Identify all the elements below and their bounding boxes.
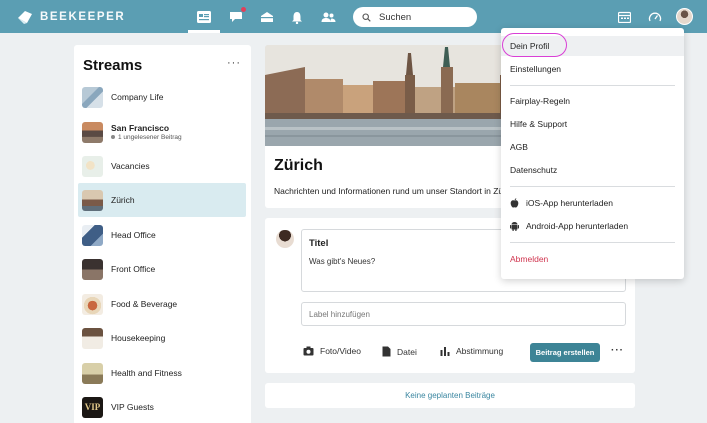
menu-item-fairplay-rules[interactable]: Fairplay-Regeln <box>501 91 684 111</box>
unread-dot <box>111 135 115 140</box>
stream-label: Health and Fitness <box>111 368 182 378</box>
menu-item-help-support[interactable]: Hilfe & Support <box>501 114 684 134</box>
apple-icon <box>510 198 519 208</box>
label-input[interactable] <box>301 302 626 326</box>
android-app-label: Android-App herunterladen <box>526 221 629 231</box>
stream-label: Head Office <box>111 230 156 240</box>
vip-thumbnail: VIP <box>82 396 103 418</box>
stream-item-food-beverage[interactable]: Food & Beverage <box>78 287 246 321</box>
stream-thumbnail <box>82 155 103 177</box>
stream-thumbnail <box>82 86 103 108</box>
calendar-icon[interactable] <box>614 7 634 27</box>
stream-item-company-life[interactable]: Company Life <box>78 80 246 114</box>
stream-thumbnail <box>82 224 103 246</box>
brand-name: BEEKEEPER <box>40 11 126 23</box>
stream-description: Nachrichten und Informationen rund um un… <box>274 186 508 196</box>
sidebar-more-button[interactable]: ··· <box>227 57 241 69</box>
poll-icon <box>440 347 450 356</box>
user-avatar[interactable] <box>676 8 693 25</box>
android-icon <box>510 222 519 231</box>
post-title-field[interactable]: Titel <box>309 238 328 249</box>
stream-label: Housekeeping <box>111 333 166 343</box>
search-placeholder: Suchen <box>379 11 412 23</box>
menu-divider <box>510 186 675 187</box>
sidebar-title: Streams <box>83 57 143 74</box>
streams-icon[interactable] <box>194 7 214 27</box>
stream-label: Vacancies <box>111 161 150 171</box>
scheduled-posts-link[interactable]: Keine geplanten Beiträge <box>265 383 635 408</box>
stream-title: Zürich <box>274 157 323 174</box>
ios-app-label: iOS-App herunterladen <box>526 198 613 208</box>
menu-item-ios-app[interactable]: iOS-App herunterladen <box>501 193 684 213</box>
notification-dot <box>240 6 247 13</box>
stream-item-san-francisco[interactable]: San Francisco 1 ungelesener Beitrag <box>78 115 246 149</box>
composer-avatar <box>276 230 294 248</box>
file-label: Datei <box>397 346 417 357</box>
home-icon[interactable] <box>257 7 277 27</box>
beekeeper-logo-icon <box>18 11 32 24</box>
stream-item-zurich[interactable]: Zürich <box>78 183 246 217</box>
stream-item-health-fitness[interactable]: Health and Fitness <box>78 356 246 390</box>
stream-label: San Francisco <box>111 123 170 133</box>
beekeeper-logo[interactable]: BEEKEEPER <box>16 9 125 25</box>
streams-sidebar: Streams ··· Company Life San Francisco 1… <box>74 45 251 423</box>
post-body-field[interactable]: Was gibt's Neues? <box>309 257 375 266</box>
stream-item-head-office[interactable]: Head Office <box>78 218 246 252</box>
profile-highlight-annotation <box>502 33 567 57</box>
stream-thumbnail <box>82 362 103 384</box>
stream-thumbnail <box>82 189 103 211</box>
stream-label: VIP Guests <box>111 402 154 412</box>
photo-video-label: Foto/Video <box>320 346 361 356</box>
stream-label: Company Life <box>111 92 164 102</box>
composer-more-button[interactable]: ··· <box>611 345 624 356</box>
stream-thumbnail <box>82 293 103 315</box>
menu-item-logout[interactable]: Abmelden <box>501 249 684 269</box>
search-input[interactable]: Suchen <box>353 7 477 27</box>
search-icon <box>362 12 371 22</box>
stream-label: Zürich <box>111 195 135 205</box>
poll-label: Abstimmung <box>456 346 504 356</box>
stream-thumbnail <box>82 327 103 349</box>
stream-item-front-office[interactable]: Front Office <box>78 252 246 286</box>
menu-divider <box>510 85 675 86</box>
stream-thumbnail <box>82 258 103 280</box>
dashboard-icon[interactable] <box>645 7 665 27</box>
stream-label: Food & Beverage <box>111 299 178 309</box>
stream-item-vacancies[interactable]: Vacancies <box>78 149 246 183</box>
file-button[interactable]: Datei <box>382 346 417 357</box>
camera-icon <box>303 346 314 356</box>
stream-item-housekeeping[interactable]: Housekeeping <box>78 321 246 355</box>
people-icon[interactable] <box>318 7 338 27</box>
chat-icon[interactable] <box>226 6 247 27</box>
stream-label: Front Office <box>111 264 156 274</box>
photo-video-button[interactable]: Foto/Video <box>303 346 361 356</box>
menu-item-android-app[interactable]: Android-App herunterladen <box>501 216 684 236</box>
notifications-icon[interactable] <box>287 7 307 27</box>
menu-item-privacy[interactable]: Datenschutz <box>501 160 684 180</box>
file-icon <box>382 346 391 357</box>
active-nav-indicator <box>188 30 220 33</box>
create-post-button[interactable]: Beitrag erstellen <box>530 343 600 362</box>
stream-item-vip-guests[interactable]: VIP VIP Guests <box>78 390 246 423</box>
stream-thumbnail <box>82 121 103 143</box>
menu-item-settings[interactable]: Einstellungen <box>501 59 684 79</box>
unread-count: 1 ungelesener Beitrag <box>111 134 182 141</box>
menu-divider <box>510 242 675 243</box>
profile-menu: Dein Profil Einstellungen Fairplay-Regel… <box>501 28 684 279</box>
poll-button[interactable]: Abstimmung <box>440 346 503 356</box>
menu-item-terms[interactable]: AGB <box>501 137 684 157</box>
